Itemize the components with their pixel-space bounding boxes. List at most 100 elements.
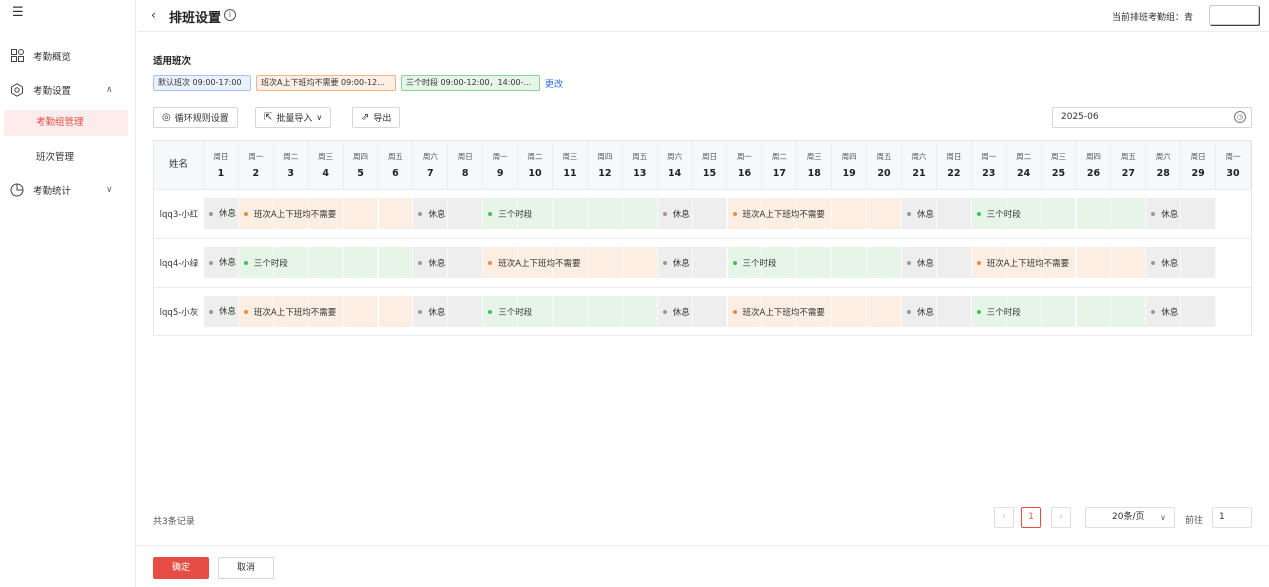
status-dot-icon	[243, 260, 248, 265]
sidebar: ☰ 考勤概览 考勤设置 ∧ 考勤组管理 班次管理 考勤统计 ∨	[0, 0, 136, 587]
shift-block: 三个时段	[972, 296, 1147, 327]
status-dot-icon	[209, 309, 213, 314]
cycle-icon: ◎	[162, 112, 171, 123]
weekday-label: 周五	[387, 152, 403, 161]
weekday-label: 周四	[597, 152, 613, 161]
employee-name: lqq5-小灰	[159, 308, 199, 318]
goto-page-input[interactable]: 1	[1212, 507, 1252, 528]
shift-tag-default: 默认班次 09:00-17:00	[153, 75, 251, 91]
page-title: 排班设置	[169, 11, 222, 26]
sidebar-subitem-shift-management[interactable]: 班次管理	[4, 145, 128, 171]
day-number: 23	[982, 168, 996, 179]
shift-block: 休息	[204, 247, 239, 278]
shift-label: 班次A上下班均不需要	[253, 209, 337, 220]
status-dot-icon	[243, 211, 248, 216]
month-picker[interactable]: 2025-06 ◷	[1052, 107, 1252, 128]
prev-page-button[interactable]: ‹	[994, 507, 1014, 528]
day-number: 1	[217, 168, 225, 179]
day-number: 27	[1121, 168, 1135, 179]
day-header: 周二 17	[762, 141, 798, 189]
shift-label: 班次A上下班均不需要	[742, 209, 825, 220]
cancel-button[interactable]: 取消	[218, 557, 274, 579]
status-dot-icon	[662, 309, 667, 314]
change-shifts-link[interactable]: 更改	[545, 77, 563, 90]
weekday-label: 周一	[1225, 152, 1241, 161]
day-header: 周四 19	[832, 141, 868, 189]
back-icon[interactable]: ‹	[151, 8, 156, 22]
status-dot-icon	[907, 260, 911, 265]
shift-label: 三个时段	[986, 209, 1021, 220]
sidebar-item-statistics[interactable]: 考勤统计 ∨	[0, 177, 136, 203]
weekday-label: 周一	[981, 152, 997, 161]
goto-label: 前往	[1185, 516, 1204, 526]
day-header: 周五 20	[867, 141, 902, 189]
day-number: 6	[392, 168, 399, 179]
shift-block: 班次A上下班均不需要	[728, 296, 903, 327]
shift-block: 休息	[413, 198, 483, 229]
button-label: 批量导入	[276, 114, 313, 124]
shift-label: 休息	[917, 258, 935, 269]
next-page-button[interactable]: ›	[1051, 507, 1071, 528]
day-number: 29	[1191, 168, 1205, 179]
day-header: 周日 1	[204, 141, 239, 189]
weekday-label: 周四	[353, 152, 369, 161]
day-number: 7	[427, 168, 434, 179]
page-header: ‹ 排班设置 i 当前排班考勤组：青	[137, 0, 1269, 32]
shift-block: 三个时段	[728, 247, 903, 278]
shift-label: 休息	[1161, 307, 1179, 318]
day-header: 周一 9	[483, 141, 519, 189]
day-header: 周一 23	[972, 141, 1007, 189]
status-dot-icon	[1151, 309, 1156, 314]
page-number-button[interactable]: 1	[1021, 507, 1041, 528]
shift-label: 休息	[428, 258, 446, 269]
day-number: 18	[807, 168, 821, 179]
sidebar-item-settings[interactable]: 考勤设置 ∧	[0, 77, 136, 103]
weekday-label: 周日	[702, 152, 718, 161]
export-button[interactable]: ⇗ 导出	[352, 107, 401, 128]
cycle-rule-button[interactable]: ◎ 循环规则设置	[153, 107, 238, 128]
button-label: 循环规则设置	[174, 114, 229, 124]
name-column-header: 姓名	[154, 141, 204, 189]
shift-label: 休息	[428, 209, 446, 220]
weekday-label: 周日	[946, 152, 962, 161]
status-dot-icon	[732, 309, 737, 314]
attendance-group-selector[interactable]	[1209, 5, 1259, 25]
chevron-down-icon: ∨	[1160, 513, 1166, 522]
day-header: 周六 14	[658, 141, 693, 189]
day-number: 25	[1051, 168, 1066, 179]
day-header: 周四 26	[1077, 141, 1112, 189]
shift-block: 三个时段	[483, 296, 658, 327]
page-size-select[interactable]: 20条/页 ∨	[1085, 507, 1175, 528]
day-number: 22	[947, 168, 961, 179]
day-number: 4	[322, 168, 329, 179]
weekday-label: 周五	[632, 152, 648, 161]
day-header: 周四 12	[588, 141, 623, 189]
sidebar-subitem-attendance-group[interactable]: 考勤组管理	[4, 110, 128, 136]
status-dot-icon	[209, 211, 213, 216]
status-dot-icon	[662, 211, 667, 216]
day-number: 11	[563, 168, 577, 179]
menu-collapse-icon[interactable]: ☰	[12, 6, 26, 20]
day-header: 周三 4	[309, 141, 344, 189]
shift-label: 班次A上下班均不需要	[742, 307, 825, 318]
sidebar-item-label: 考勤统计	[33, 186, 72, 197]
attendance-group-label: 当前排班考勤组：青	[1112, 13, 1194, 23]
status-dot-icon	[1151, 211, 1156, 216]
batch-import-button[interactable]: ⇱ 批量导入 ∨	[255, 107, 332, 128]
weekday-label: 周二	[283, 152, 299, 161]
shift-block: 休息	[902, 247, 972, 278]
day-header: 周五 27	[1111, 141, 1147, 189]
export-icon: ⇗	[361, 112, 370, 123]
import-icon: ⇱	[264, 112, 273, 123]
sidebar-item-overview[interactable]: 考勤概览	[0, 43, 136, 69]
chevron-down-icon: ∨	[106, 185, 113, 195]
sidebar-item-label: 考勤设置	[33, 86, 72, 97]
shift-label: 休息	[672, 209, 690, 220]
day-header: 周五 6	[379, 141, 414, 189]
day-number: 10	[528, 168, 542, 179]
confirm-button[interactable]: 确定	[153, 557, 209, 579]
day-header: 周日 8	[448, 141, 484, 189]
day-header: 周三 18	[797, 141, 833, 189]
info-icon[interactable]: i	[224, 9, 236, 21]
employee-name: lqq4-小绿	[159, 259, 199, 269]
